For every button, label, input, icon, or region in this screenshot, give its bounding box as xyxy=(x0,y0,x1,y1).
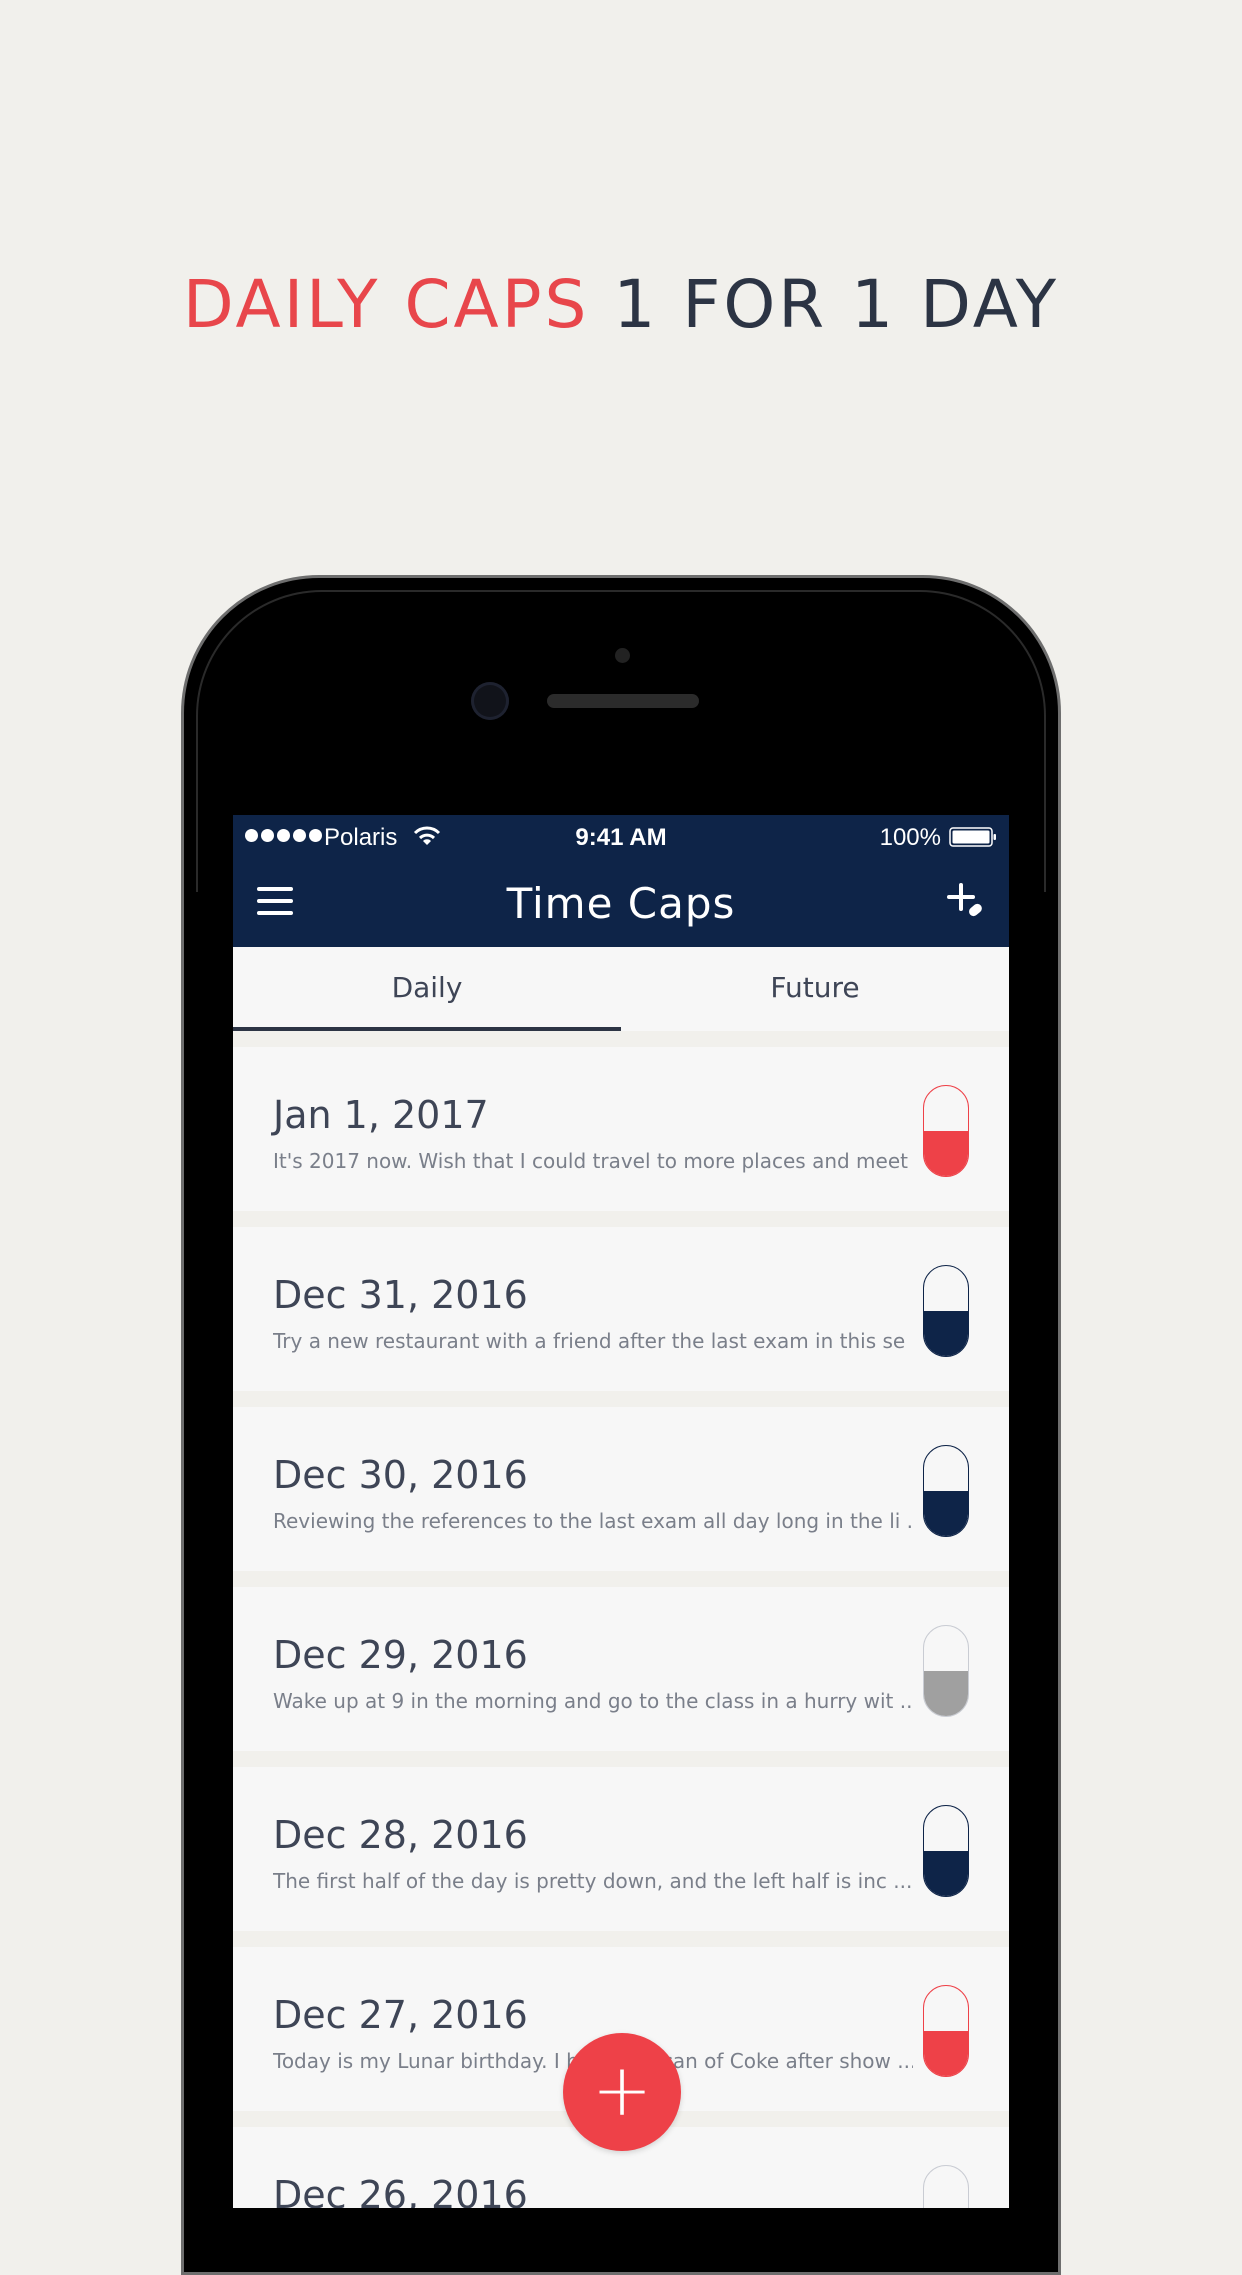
capsule-fill xyxy=(924,1851,968,1896)
add-capsule-icon[interactable] xyxy=(945,881,985,921)
tab-bar: Daily Future xyxy=(233,947,1009,1031)
entry-excerpt: Reviewing the references to the last exa… xyxy=(273,1509,913,1533)
earpiece-speaker xyxy=(547,694,699,708)
capsule-icon xyxy=(923,1805,969,1897)
entry-date: Jan 1, 2017 xyxy=(273,1093,489,1137)
entry-excerpt: Wake up at 9 in the morning and go to th… xyxy=(273,1689,913,1713)
capsule-fill xyxy=(924,1491,968,1536)
app-title: Time Caps xyxy=(506,879,736,928)
capsule-icon xyxy=(923,1625,969,1717)
entry-date: Dec 29, 2016 xyxy=(273,1633,528,1677)
battery-percent: 100% xyxy=(879,824,941,851)
entry-excerpt: The first half of the day is pretty down… xyxy=(273,1869,913,1893)
front-camera xyxy=(471,682,509,720)
entry-date: Dec 27, 2016 xyxy=(273,1993,528,2037)
list-item[interactable]: Dec 29, 2016 Wake up at 9 in the morning… xyxy=(233,1587,1009,1751)
capsule-icon xyxy=(923,1445,969,1537)
list-item[interactable]: Dec 30, 2016 Reviewing the references to… xyxy=(233,1407,1009,1571)
tab-daily[interactable]: Daily xyxy=(233,947,621,1031)
app-screen: Polaris 9:41 AM 100% Time Caps Daily Fut… xyxy=(233,815,1009,2208)
entry-excerpt: It's 2017 now. Wish that I could travel … xyxy=(273,1149,913,1173)
entry-date: Dec 26, 2016 xyxy=(273,2173,528,2208)
navigation-bar: Time Caps xyxy=(233,859,1009,947)
entry-date: Dec 30, 2016 xyxy=(273,1453,528,1497)
marketing-headline: DAILY CAPS 1 FOR 1 DAY xyxy=(0,265,1242,345)
list-item[interactable]: Jan 1, 2017 It's 2017 now. Wish that I c… xyxy=(233,1047,1009,1211)
capsule-fill xyxy=(924,2031,968,2076)
entry-excerpt: Try a new restaurant with a friend after… xyxy=(273,1329,913,1353)
entry-date: Dec 31, 2016 xyxy=(273,1273,528,1317)
capsule-fill xyxy=(924,1131,968,1176)
capsule-icon xyxy=(923,1265,969,1357)
capsule-icon xyxy=(923,2165,969,2208)
status-bar: Polaris 9:41 AM 100% xyxy=(233,815,1009,859)
tab-future[interactable]: Future xyxy=(621,947,1009,1031)
capsule-fill xyxy=(924,1671,968,1716)
add-entry-button[interactable]: + xyxy=(563,2033,681,2151)
entry-date: Dec 28, 2016 xyxy=(273,1813,528,1857)
headline-rest: 1 FOR 1 DAY xyxy=(613,266,1060,343)
list-item[interactable]: Dec 31, 2016 Try a new restaurant with a… xyxy=(233,1227,1009,1391)
capsule-icon xyxy=(923,1085,969,1177)
proximity-sensor xyxy=(615,648,630,663)
battery-icon xyxy=(949,827,996,847)
capsule-fill xyxy=(924,1311,968,1356)
headline-accent: DAILY CAPS xyxy=(182,266,590,343)
capsule-icon xyxy=(923,1985,969,2077)
list-item[interactable]: Dec 28, 2016 The first half of the day i… xyxy=(233,1767,1009,1931)
